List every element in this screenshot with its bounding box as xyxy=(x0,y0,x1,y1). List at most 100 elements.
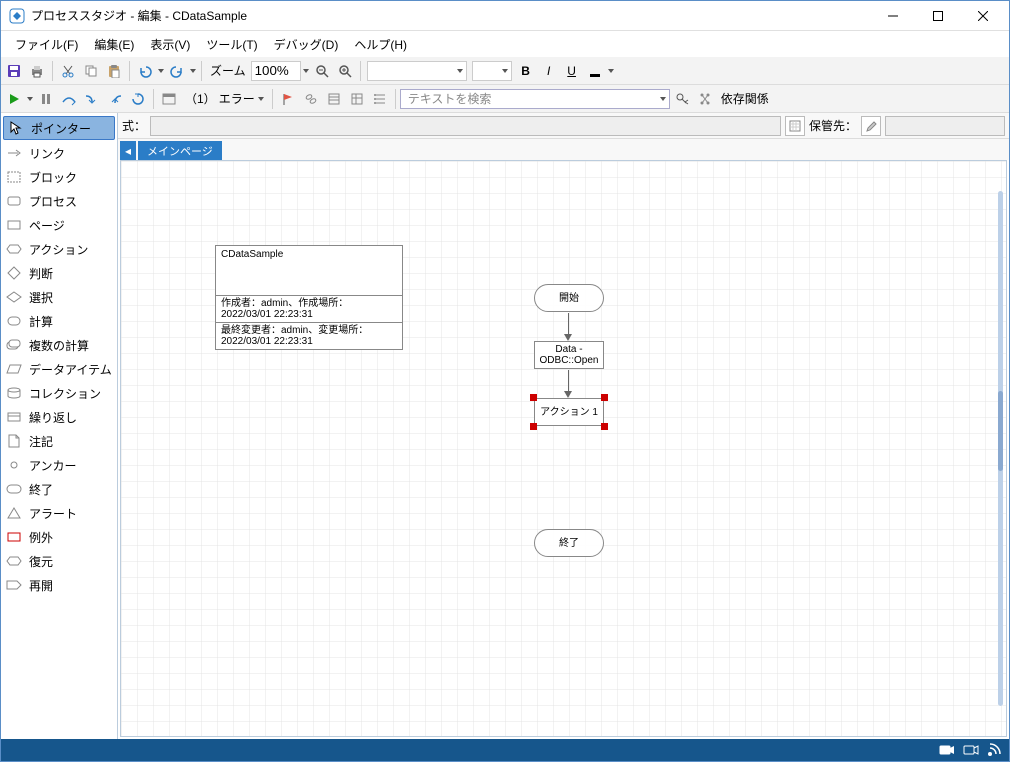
storage-picker-button[interactable] xyxy=(861,116,881,136)
palette-loop[interactable]: 繰り返し xyxy=(1,405,117,429)
zoom-input[interactable] xyxy=(251,61,301,81)
errors-count: （1） xyxy=(185,90,216,107)
undo-dropdown[interactable] xyxy=(157,59,165,83)
reset-button[interactable] xyxy=(127,87,149,111)
italic-button[interactable]: I xyxy=(538,59,560,83)
exception-icon xyxy=(5,529,23,545)
palette-resume[interactable]: 再開 xyxy=(1,573,117,597)
palette-note[interactable]: 注記 xyxy=(1,429,117,453)
palette-choice[interactable]: 選択 xyxy=(1,285,117,309)
status-icon-1[interactable] xyxy=(939,743,955,757)
cut-button[interactable] xyxy=(57,59,79,83)
palette-pointer[interactable]: ポインター xyxy=(3,116,115,140)
palette-page[interactable]: ページ xyxy=(1,213,117,237)
errors-indicator[interactable]: （1） エラー xyxy=(181,90,268,107)
palette-recover[interactable]: 復元 xyxy=(1,549,117,573)
element-list-button[interactable] xyxy=(369,87,391,111)
process-info-box[interactable]: CDataSample 作成者：admin、作成場所：2022/03/01 22… xyxy=(215,245,403,350)
collection-icon xyxy=(5,385,23,401)
menu-tools[interactable]: ツール(T) xyxy=(198,31,265,57)
palette-alert[interactable]: アラート xyxy=(1,501,117,525)
palette-collection[interactable]: コレクション xyxy=(1,381,117,405)
stage-start[interactable]: 開始 xyxy=(534,284,604,312)
zoom-out-button[interactable] xyxy=(311,59,333,83)
bold-button[interactable]: B xyxy=(515,59,537,83)
menu-edit[interactable]: 編集(E) xyxy=(86,31,142,57)
redo-button[interactable] xyxy=(166,59,188,83)
palette-dataitem[interactable]: データアイテム xyxy=(1,357,117,381)
step-out-button[interactable] xyxy=(104,87,126,111)
selection-handle[interactable] xyxy=(530,394,537,401)
connector[interactable] xyxy=(568,370,569,393)
palette-calc[interactable]: 計算 xyxy=(1,309,117,333)
menu-debug[interactable]: デバッグ(D) xyxy=(266,31,347,57)
flag-button[interactable] xyxy=(277,87,299,111)
menu-file[interactable]: ファイル(F) xyxy=(7,31,86,57)
canvas-scrollbar[interactable] xyxy=(998,191,1003,706)
selection-handle[interactable] xyxy=(601,423,608,430)
minimize-button[interactable] xyxy=(870,1,915,31)
status-icon-2[interactable] xyxy=(963,743,979,757)
link-tool-button[interactable] xyxy=(300,87,322,111)
palette-action[interactable]: アクション xyxy=(1,237,117,261)
selection-handle[interactable] xyxy=(530,423,537,430)
font-color-dropdown[interactable] xyxy=(607,59,615,83)
menu-view[interactable]: 表示(V) xyxy=(142,31,198,57)
loop-icon xyxy=(5,409,23,425)
dependency-icon[interactable] xyxy=(694,87,716,111)
copy-button[interactable] xyxy=(80,59,102,83)
selection-handle[interactable] xyxy=(601,394,608,401)
save-button[interactable] xyxy=(3,59,25,83)
font-size-select[interactable] xyxy=(472,61,512,81)
close-button[interactable] xyxy=(960,1,1005,31)
connector[interactable] xyxy=(568,313,569,336)
zoom-in-button[interactable] xyxy=(334,59,356,83)
redo-dropdown[interactable] xyxy=(189,59,197,83)
data-items-button[interactable] xyxy=(346,87,368,111)
find-button[interactable] xyxy=(671,87,693,111)
dependency-label[interactable]: 依存関係 xyxy=(717,90,773,107)
toolbar-main: ズーム B I U xyxy=(1,57,1009,85)
scrollbar-thumb[interactable] xyxy=(998,391,1003,471)
print-button[interactable] xyxy=(26,59,48,83)
zoom-dropdown[interactable] xyxy=(302,59,310,83)
status-icon-3[interactable] xyxy=(987,743,1003,757)
undo-button[interactable] xyxy=(134,59,156,83)
expression-input[interactable] xyxy=(150,116,781,136)
run-button[interactable] xyxy=(3,87,25,111)
expression-builder-button[interactable] xyxy=(785,116,805,136)
step-into-button[interactable] xyxy=(81,87,103,111)
toolbar-debug: （1） エラー テキストを検索 依存関係 xyxy=(1,85,1009,113)
action-icon xyxy=(5,241,23,257)
search-input[interactable]: テキストを検索 xyxy=(400,89,670,109)
paste-button[interactable] xyxy=(103,59,125,83)
find-ref-button[interactable] xyxy=(323,87,345,111)
palette-process[interactable]: プロセス xyxy=(1,189,117,213)
tab-nav-prev[interactable]: ◂ xyxy=(120,141,136,160)
step-over-button[interactable] xyxy=(58,87,80,111)
palette-exception[interactable]: 例外 xyxy=(1,525,117,549)
stage-end[interactable]: 終了 xyxy=(534,529,604,557)
anchor-icon xyxy=(5,457,23,473)
pause-button[interactable] xyxy=(35,87,57,111)
palette-end[interactable]: 終了 xyxy=(1,477,117,501)
storage-input[interactable] xyxy=(885,116,1005,136)
stage-action-1[interactable]: アクション 1 xyxy=(534,398,604,426)
breakpoint-panel-button[interactable] xyxy=(158,87,180,111)
palette-decision[interactable]: 判断 xyxy=(1,261,117,285)
palette-multicalc[interactable]: 複数の計算 xyxy=(1,333,117,357)
arrowhead-icon xyxy=(564,334,572,341)
run-dropdown[interactable] xyxy=(26,87,34,111)
storage-label: 保管先： xyxy=(809,117,857,134)
tab-main-page[interactable]: メインページ xyxy=(138,141,222,160)
design-canvas[interactable]: CDataSample 作成者：admin、作成場所：2022/03/01 22… xyxy=(120,160,1007,737)
palette-link[interactable]: リンク xyxy=(1,141,117,165)
font-color-button[interactable] xyxy=(584,59,606,83)
font-family-select[interactable] xyxy=(367,61,467,81)
stage-data-odbc-open[interactable]: Data - ODBC::Open xyxy=(534,341,604,369)
maximize-button[interactable] xyxy=(915,1,960,31)
palette-anchor[interactable]: アンカー xyxy=(1,453,117,477)
underline-button[interactable]: U xyxy=(561,59,583,83)
menu-help[interactable]: ヘルプ(H) xyxy=(346,31,415,57)
palette-block[interactable]: ブロック xyxy=(1,165,117,189)
